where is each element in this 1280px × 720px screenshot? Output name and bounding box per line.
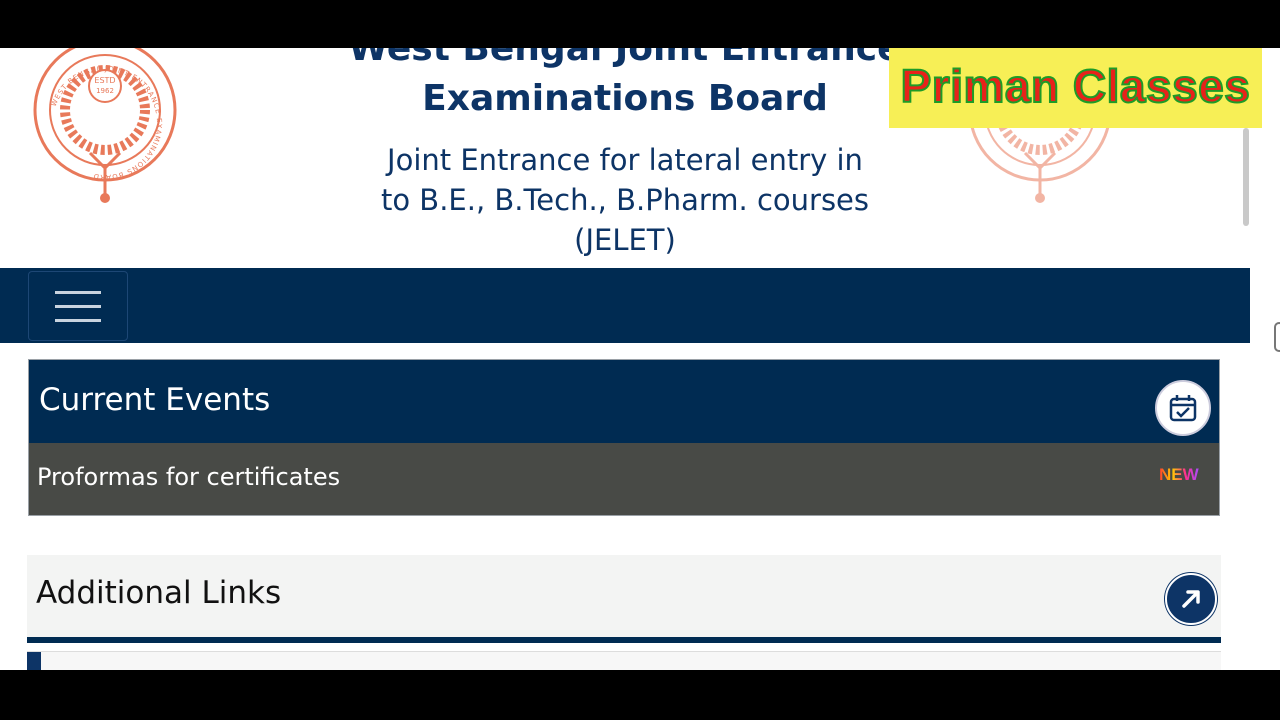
menu-bar xyxy=(55,290,101,294)
logo-year: 1962 xyxy=(96,87,114,95)
side-handle xyxy=(1274,322,1280,352)
watermark-text: Priman Classes xyxy=(900,59,1251,113)
additional-links-panel: Additional Links xyxy=(27,555,1221,643)
browser-viewport: ESTD 1962 WEST BENGAL JOINT ENTRANCE EXA… xyxy=(0,48,1280,670)
page-scrollbar[interactable] xyxy=(1243,128,1249,226)
event-item-proformas[interactable]: Proformas for certificates NEW xyxy=(29,443,1219,515)
logo-estd: ESTD xyxy=(94,76,115,85)
external-link-icon[interactable] xyxy=(1165,573,1217,625)
event-item-label: Proformas for certificates xyxy=(37,463,341,491)
calendar-check-icon xyxy=(1155,380,1211,436)
current-events-panel: Current Events Proformas for certificate… xyxy=(28,359,1220,516)
current-events-title: Current Events xyxy=(39,382,271,418)
main-navbar xyxy=(0,268,1250,343)
next-panel-edge xyxy=(27,651,1221,670)
menu-bar xyxy=(55,304,101,308)
wbjeeb-logo: ESTD 1962 WEST BENGAL JOINT ENTRANCE EXA… xyxy=(33,48,177,203)
board-title-line1: West Bengal Joint Entrance xyxy=(348,48,902,69)
current-events-header: Current Events xyxy=(29,360,1219,443)
additional-links-title: Additional Links xyxy=(36,575,282,611)
board-title-line2: Examinations Board xyxy=(422,78,828,119)
menu-bar xyxy=(55,318,101,322)
new-badge: NEW xyxy=(1159,465,1199,484)
subtitle-line3: (JELET) xyxy=(574,223,676,257)
site-header: ESTD 1962 WEST BENGAL JOINT ENTRANCE EXA… xyxy=(0,48,1262,268)
exam-subtitle: Joint Entrance for lateral entry in to B… xyxy=(330,140,920,260)
subtitle-line1: Joint Entrance for lateral entry in xyxy=(387,143,863,177)
hamburger-menu-icon[interactable] xyxy=(28,271,128,341)
subtitle-line2: to B.E., B.Tech., B.Pharm. courses xyxy=(380,183,870,217)
channel-watermark: Priman Classes xyxy=(889,48,1262,128)
